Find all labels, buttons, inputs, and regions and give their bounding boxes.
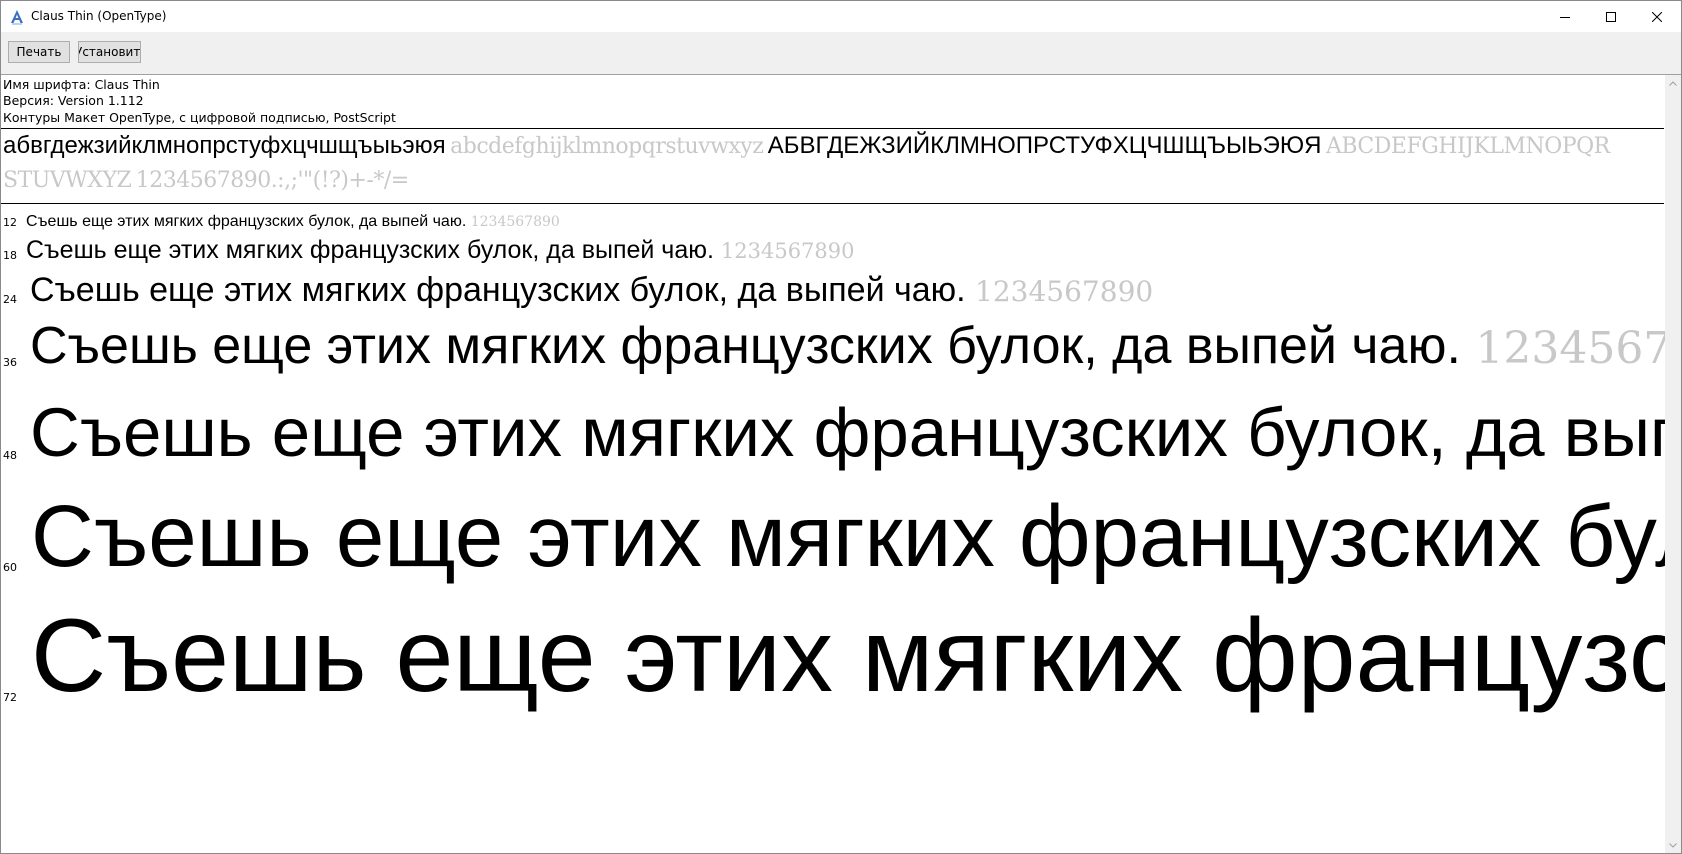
sample-text: Съешь еще этих мягких французских булок,… — [30, 316, 1665, 376]
maximize-button[interactable] — [1588, 1, 1634, 32]
size-label: 12 — [3, 216, 17, 229]
sample-digits: 1234567890 — [975, 275, 1154, 308]
sample-phrase: Съешь еще этих мягких французских булок,… — [30, 394, 1665, 471]
lowercase-latin: abcdefghijklmnopqrstuvwxyz — [450, 134, 764, 159]
sample-text: Съешь еще этих мягких французских булок,… — [26, 236, 855, 265]
uppercase-cyrillic: АБВГДЕЖЗИЙКЛМНОПРСТУФХЦЧШЩЪЫЬЭЮЯ — [767, 132, 1322, 159]
chevron-down-icon — [1669, 842, 1677, 848]
vertical-scrollbar[interactable] — [1665, 75, 1681, 853]
font-preview-area[interactable]: Имя шрифта: Claus Thin Версия: Version 1… — [1, 75, 1665, 853]
font-viewer-icon — [9, 9, 25, 25]
lowercase-cyrillic: абвгдежзийклмнопрстуфхцчшщъыьэюя — [3, 132, 446, 159]
scroll-down-arrow[interactable] — [1665, 837, 1681, 853]
minimize-button[interactable] — [1542, 1, 1588, 32]
sample-text: Съешь еще этих мягких французских булок,… — [30, 271, 1153, 310]
sample-phrase: Съешь еще этих мягких французских булок,… — [31, 598, 1665, 714]
size-label: 18 — [3, 249, 17, 262]
size-label: 60 — [3, 561, 17, 574]
sample-text: Съешь еще этих мягких французских булок,… — [31, 597, 1665, 716]
sample-digits: 1234567890 — [470, 214, 560, 230]
sample-digits: 1234567890 — [720, 239, 855, 263]
toolbar: Печать Установить — [1, 32, 1681, 75]
font-name-line: Имя шрифта: Claus Thin — [3, 77, 160, 92]
font-outlines-line: Контуры Макет OpenType, с цифровой подпи… — [3, 110, 396, 125]
close-button[interactable] — [1634, 1, 1680, 32]
size-label: 24 — [3, 293, 17, 306]
size-label: 36 — [3, 356, 17, 369]
install-button[interactable]: Установить — [78, 41, 141, 63]
sample-phrase: Съешь еще этих мягких французских булок,… — [31, 488, 1665, 585]
symbols: 1234567890.:,;'"(!?)+-*/= — [135, 168, 409, 193]
chevron-up-icon — [1669, 80, 1677, 86]
size-label: 72 — [3, 691, 17, 704]
install-button-label: Установить — [78, 45, 141, 59]
close-icon — [1652, 11, 1662, 22]
divider — [1, 203, 1664, 204]
sample-phrase: Съешь еще этих мягких французских булок,… — [30, 317, 1461, 375]
sample-digits: 1234567890 — [1475, 323, 1665, 374]
character-set: абвгдежзийклмнопрстуфхцчшщъыьэюя abcdefg… — [3, 130, 1623, 199]
sample-text: Съешь еще этих мягких французских булок,… — [26, 213, 560, 231]
sample-phrase: Съешь еще этих мягких французских булок,… — [30, 271, 966, 309]
sample-phrase: Съешь еще этих мягких французских булок,… — [26, 236, 714, 264]
sample-text: Съешь еще этих мягких французских булок,… — [30, 393, 1665, 472]
maximize-icon — [1606, 11, 1616, 22]
title-bar[interactable]: Claus Thin (OpenType) — [1, 1, 1681, 32]
scroll-up-arrow[interactable] — [1665, 75, 1681, 91]
print-button[interactable]: Печать — [8, 41, 70, 63]
minimize-icon — [1560, 16, 1570, 18]
sample-text: Съешь еще этих мягких французских булок,… — [31, 487, 1665, 587]
sample-phrase: Съешь еще этих мягких французских булок,… — [26, 213, 467, 230]
divider — [1, 128, 1664, 129]
window-title: Claus Thin (OpenType) — [31, 9, 167, 23]
size-label: 48 — [3, 449, 17, 462]
font-version-line: Версия: Version 1.112 — [3, 93, 144, 108]
font-viewer-window: Claus Thin (OpenType) Печать Установить … — [0, 0, 1682, 854]
